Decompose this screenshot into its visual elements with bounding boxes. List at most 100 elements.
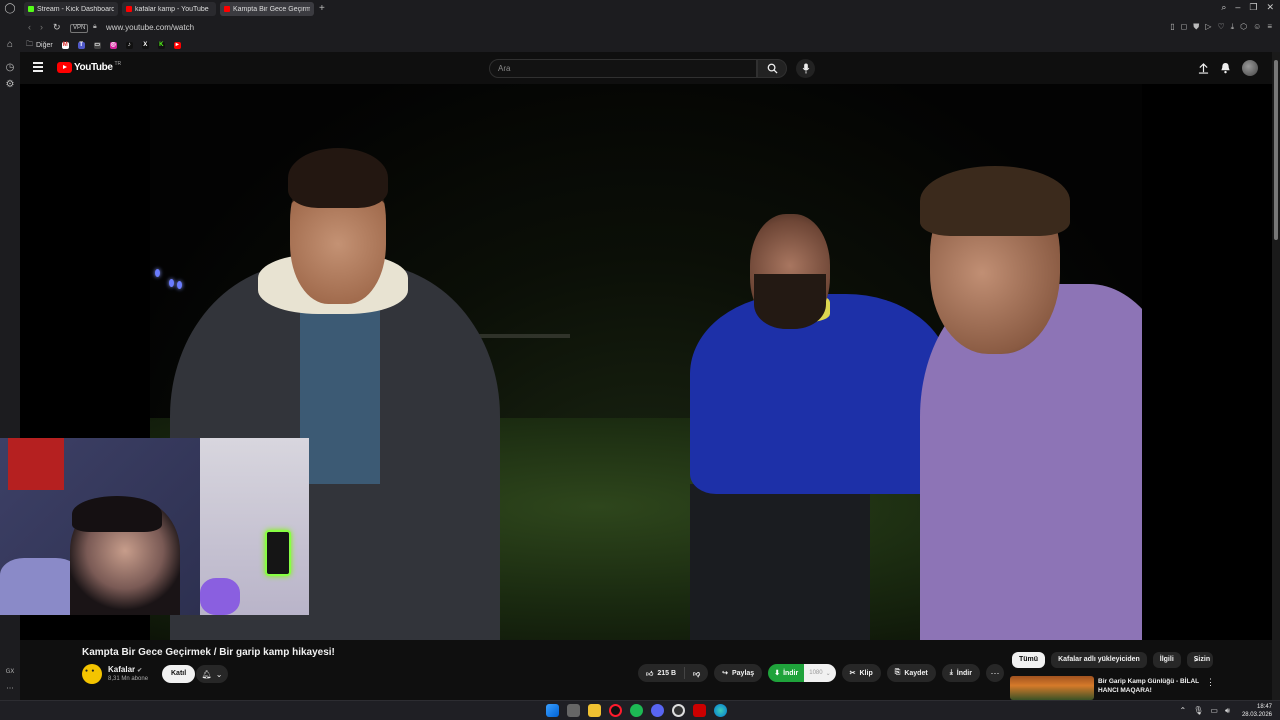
gmail-icon[interactable]: M (61, 41, 69, 49)
join-button[interactable]: Katıl (162, 665, 196, 683)
extensions-icon[interactable]: ⬡ (1240, 22, 1247, 32)
subscription-bell-button[interactable]: 🔔︎ ⌄ (196, 665, 228, 683)
chevron-down-icon: ⌄ (825, 670, 831, 677)
logo-text: YouTube (74, 62, 113, 73)
kick-icon[interactable]: K (157, 41, 165, 49)
tab-kampta-bir-gece[interactable]: Kampta Bir Gece Geçirmek (220, 2, 314, 16)
bookmarks-bar: 🗀︎ Diğer M T ▭ ◎ ♪ X K ▸ (20, 38, 1280, 52)
back-icon[interactable]: ‹ (28, 22, 31, 32)
tray-overflow-icon[interactable]: ⌃ (1180, 706, 1187, 716)
recommended-video[interactable]: Bir Garip Kamp Günlüğü - BİLAL HANCI MAQ… (1010, 676, 1270, 700)
voice-search-button[interactable] (796, 59, 815, 78)
microphone-tray-icon[interactable]: 🎙︎ (1193, 706, 1203, 716)
chevron-down-icon: ⌄ (215, 669, 223, 679)
reload-icon[interactable]: ↻ (53, 22, 61, 33)
lock-icon[interactable]: 🔒︎ (93, 23, 97, 31)
recommended-title[interactable]: Bir Garip Kamp Günlüğü - BİLAL HANCI MAQ… (1098, 677, 1210, 695)
obs-icon[interactable] (672, 704, 685, 717)
youtube-logo[interactable]: YouTube TR (57, 61, 121, 73)
player-icon[interactable]: ▷ (1205, 22, 1211, 32)
forward-icon[interactable]: › (40, 22, 43, 32)
x-icon[interactable]: X (141, 41, 149, 49)
kebab-menu-icon[interactable]: ⋮ (1206, 677, 1215, 688)
clock[interactable]: 18:47 28.03.2026 (1242, 703, 1272, 719)
profile-icon[interactable]: ☺ (1253, 22, 1261, 32)
like-dislike-group: 👍︎ 215 B 👎︎ (638, 664, 709, 682)
close-icon[interactable]: ✕ (1266, 2, 1274, 13)
webcam-overlay (0, 438, 309, 615)
hamburger-menu-icon[interactable] (33, 62, 43, 72)
file-explorer-icon[interactable] (588, 704, 601, 717)
twitch-icon[interactable]: ▭ (93, 41, 101, 49)
history-icon[interactable]: ◷ (4, 62, 16, 74)
download-button[interactable]: ⤓ İndir (941, 664, 980, 682)
microphone-icon (802, 63, 809, 74)
search-input[interactable]: Ara (489, 59, 757, 78)
new-tab-button[interactable]: + (319, 3, 325, 15)
heart-icon[interactable]: ♡ (1217, 22, 1224, 32)
task-view-icon[interactable] (567, 704, 580, 717)
search-placeholder: Ara (498, 64, 511, 73)
chip-related[interactable]: İlgili (1152, 652, 1181, 668)
channel-name[interactable]: Kafalar ✔ (108, 665, 142, 674)
youtube-header: YouTube TR Ara (20, 52, 1280, 84)
home-icon[interactable]: ⌂ (4, 39, 16, 51)
page-scrollbar[interactable] (1272, 52, 1280, 700)
folder-label: Diğer (36, 41, 53, 49)
network-icon[interactable]: ▭ (1210, 706, 1218, 716)
opera-logo-icon[interactable]: ◯ (4, 3, 16, 15)
chip-all[interactable]: Tümü (1012, 652, 1046, 668)
spotify-icon[interactable] (630, 704, 643, 717)
edge-icon[interactable] (714, 704, 727, 717)
minimize-icon[interactable]: – (1235, 2, 1240, 13)
camera-icon[interactable]: ▯ (1170, 22, 1174, 32)
chevron-right-icon[interactable]: › (1194, 654, 1197, 665)
youtube-icon[interactable]: ▸ (173, 41, 181, 49)
like-count: 215 B (657, 669, 677, 677)
instagram-icon[interactable]: ◎ (109, 41, 117, 49)
upload-icon[interactable] (1198, 62, 1209, 74)
maximize-icon[interactable]: ❐ (1249, 2, 1257, 13)
search-button[interactable] (757, 59, 787, 78)
tab-kick-dashboard[interactable]: Stream - Kick Dashboard (24, 2, 118, 16)
search-tabs-icon[interactable]: ⌕ (1221, 2, 1226, 13)
chip-for-you[interactable]: Sizin (1186, 652, 1213, 668)
tab-strip: Stream - Kick Dashboard kafalar kamp - Y… (20, 0, 1280, 18)
taskbar: ⌃ 🎙︎ ▭ 🔊︎ 18:47 28.03.2026 (0, 700, 1280, 720)
vpn-badge[interactable]: VPN (70, 24, 89, 33)
bell-icon: 🔔︎ (201, 669, 212, 679)
more-icon[interactable]: ··· (2, 684, 18, 693)
dislike-button[interactable]: 👎︎ (685, 664, 708, 682)
opera-gx-icon[interactable] (609, 704, 622, 717)
tiktok-icon[interactable]: ♪ (125, 41, 133, 49)
teams-icon[interactable]: T (77, 41, 85, 49)
clock-time: 18:47 (1256, 704, 1272, 710)
like-button[interactable]: 👍︎ 215 B (638, 664, 684, 682)
snapshot-icon[interactable]: ◻ (1181, 22, 1188, 32)
user-avatar[interactable] (1242, 60, 1258, 76)
save-button[interactable]: ⎘ Kaydet (886, 664, 936, 682)
channel-avatar[interactable] (82, 664, 102, 684)
scrollbar-thumb[interactable] (1274, 60, 1278, 240)
share-button[interactable]: ↪ Paylaş (714, 664, 763, 682)
bookmarks-folder[interactable]: 🗀︎ Diğer (26, 40, 53, 51)
app-icon[interactable] (693, 704, 706, 717)
video-actions: 👍︎ 215 B 👎︎ ↪ Paylaş ⬇ İndir 1080 ⌄ ✂ Klip… (638, 664, 1004, 682)
volume-icon[interactable]: 🔊︎ (1225, 706, 1230, 716)
chip-from-uploader[interactable]: Kafalar adlı yükleyiciden (1051, 652, 1147, 668)
shield-icon[interactable]: ⛊ (1193, 22, 1199, 32)
tab-kafalar-kamp[interactable]: kafalar kamp - YouTube (122, 2, 216, 16)
download-extension-button[interactable]: ⬇ İndir 1080 ⌄ (768, 664, 836, 682)
notifications-bell-icon[interactable] (1220, 62, 1231, 74)
download-icon[interactable]: ⤓ (1231, 22, 1235, 32)
start-windows-icon[interactable] (546, 704, 559, 717)
folder-icon: 🗀︎ (26, 40, 33, 48)
clip-button[interactable]: ✂ Klip (841, 664, 881, 682)
search-icon (767, 63, 778, 74)
settings-icon[interactable]: ⚙ (4, 79, 16, 91)
more-actions-button[interactable]: ⋯ (985, 664, 1004, 682)
discord-icon[interactable] (651, 704, 664, 717)
url-field[interactable]: www.youtube.com/watch (106, 23, 194, 32)
recommended-thumbnail[interactable] (1010, 676, 1094, 700)
menu-icon[interactable]: ≡ (1267, 22, 1272, 32)
